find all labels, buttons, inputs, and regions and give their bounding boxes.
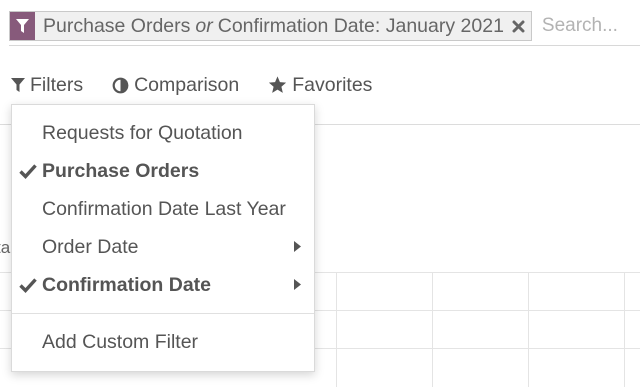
add-custom-filter-label: Add Custom Filter: [42, 330, 199, 353]
dropdown-divider: [12, 313, 314, 314]
caret-right-icon: [294, 241, 301, 252]
facet-value-confirmation-date: Confirmation Date: January 2021: [217, 14, 504, 37]
caret-right-icon: [294, 279, 301, 290]
grid-line: [528, 272, 529, 387]
funnel-icon: [10, 12, 35, 40]
favorites-button[interactable]: Favorites: [268, 74, 372, 97]
filters-dropdown: Requests for Quotation Purchase Orders C…: [11, 104, 315, 372]
filter-facet[interactable]: Purchase Orders or Confirmation Date: Ja…: [9, 11, 532, 41]
remove-facet-icon[interactable]: [512, 12, 531, 40]
grid-line: [624, 272, 625, 387]
grid-line: [336, 272, 337, 387]
filters-button[interactable]: Filters: [11, 74, 83, 97]
funnel-icon: [11, 78, 25, 92]
filter-item-label: Confirmation Date: [42, 273, 212, 296]
favorites-label: Favorites: [292, 73, 373, 96]
facet-label: Purchase Orders or Confirmation Date: Ja…: [35, 12, 512, 40]
star-icon: [269, 76, 287, 93]
background-label: ta: [0, 238, 11, 257]
filters-label: Filters: [30, 73, 84, 96]
facet-or: or: [195, 14, 213, 37]
filter-item-label: Purchase Orders: [42, 159, 200, 182]
comparison-button[interactable]: Comparison: [112, 74, 239, 97]
checkmark-icon: [19, 278, 37, 293]
filter-item-label: Confirmation Date Last Year: [42, 197, 286, 220]
grid-line: [432, 272, 433, 387]
half-circle-icon: [112, 77, 129, 93]
add-custom-filter[interactable]: Add Custom Filter: [12, 324, 314, 360]
filter-item-requests-for-quotation[interactable]: Requests for Quotation: [12, 115, 314, 151]
facet-value-purchase-orders: Purchase Orders: [43, 14, 191, 37]
filter-item-confirmation-date-last-year[interactable]: Confirmation Date Last Year: [12, 191, 314, 227]
search-panel-toolbar: Filters Comparison Favorites: [11, 71, 401, 99]
filter-item-purchase-orders[interactable]: Purchase Orders: [12, 153, 314, 189]
comparison-label: Comparison: [134, 73, 240, 96]
search-input[interactable]: [539, 11, 640, 41]
filter-item-order-date[interactable]: Order Date: [12, 229, 314, 265]
filter-item-label: Requests for Quotation: [42, 121, 243, 144]
filter-item-confirmation-date[interactable]: Confirmation Date: [12, 267, 314, 303]
search-bar: Purchase Orders or Confirmation Date: Ja…: [9, 9, 640, 46]
filter-item-label: Order Date: [42, 235, 139, 258]
checkmark-icon: [19, 164, 37, 179]
